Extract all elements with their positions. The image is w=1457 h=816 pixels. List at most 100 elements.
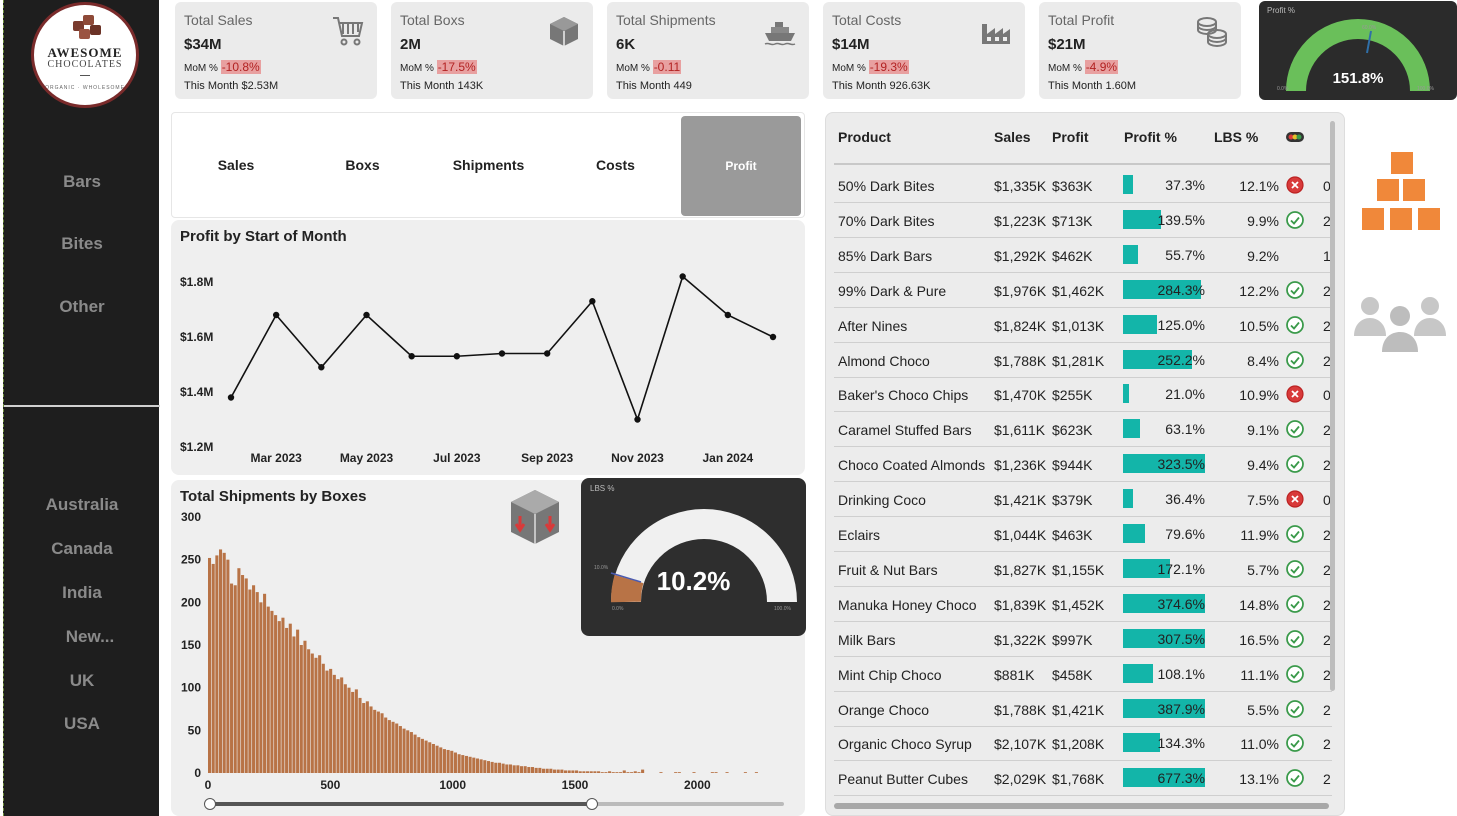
histogram-bar[interactable] (274, 615, 278, 773)
country-new-zealand[interactable]: New... (12, 627, 168, 647)
histogram-bar[interactable] (725, 772, 729, 773)
histogram-bar[interactable] (288, 623, 292, 773)
table-row[interactable]: Drinking Coco $1,421K $379K 36.4% 7.5% 0 (834, 482, 1332, 518)
histogram-bar[interactable] (244, 578, 248, 773)
histogram-bar[interactable] (420, 738, 424, 773)
histogram-bar[interactable] (534, 767, 538, 773)
profit-data-point[interactable] (318, 364, 325, 371)
range-slider-start-handle[interactable] (204, 798, 216, 810)
histogram-bar[interactable] (387, 720, 391, 773)
histogram-bar[interactable] (710, 772, 714, 773)
profit-data-point[interactable] (498, 350, 506, 357)
histogram-bar[interactable] (391, 721, 395, 773)
tab-profit[interactable]: Profit (681, 116, 801, 216)
histogram-bar[interactable] (354, 689, 358, 773)
country-usa[interactable]: USA (4, 714, 160, 734)
histogram-bar[interactable] (497, 762, 502, 773)
histogram-bar[interactable] (475, 758, 479, 773)
histogram-bar[interactable] (530, 767, 535, 773)
category-other[interactable]: Other (4, 297, 160, 317)
table-row[interactable]: 99% Dark & Pure $1,976K $1,462K 284.3% 12.2%… (834, 273, 1332, 308)
table-row[interactable]: Caramel Stuffed Bars $1,611K $623K 63.1% 9.1… (834, 412, 1332, 448)
table-row[interactable]: Mint Chip Choco $881K $458K 108.1% 11.1% 2 (834, 657, 1332, 692)
histogram-bar[interactable] (439, 747, 443, 773)
tab-shipments[interactable]: Shipments (425, 113, 552, 217)
histogram-bar[interactable] (340, 677, 344, 773)
histogram-bar[interactable] (431, 743, 435, 773)
category-bites[interactable]: Bites (4, 234, 160, 254)
profit-data-point[interactable] (543, 350, 551, 357)
profit-data-point[interactable] (363, 311, 370, 319)
histogram-bar[interactable] (560, 769, 564, 773)
histogram-bar[interactable] (633, 771, 637, 773)
histogram-bar[interactable] (564, 770, 568, 773)
histogram-bar[interactable] (461, 755, 465, 773)
table-row[interactable]: Fruit & Nut Bars $1,827K $1,155K 172.1% 5.7%… (834, 552, 1332, 587)
histogram-bar[interactable] (637, 772, 641, 773)
histogram-bar[interactable] (296, 629, 300, 773)
histogram-bar[interactable] (409, 732, 413, 773)
histogram-bar[interactable] (226, 559, 230, 773)
table-row[interactable]: Eclairs $1,044K $463K 79.6% 11.9% 2 (834, 517, 1332, 552)
histogram-bar[interactable] (490, 761, 494, 773)
histogram-bar[interactable] (255, 592, 259, 773)
tab-sales[interactable]: Sales (172, 113, 300, 217)
histogram-bar[interactable] (589, 771, 593, 773)
histogram-bar[interactable] (310, 653, 314, 773)
histogram-bar[interactable] (464, 755, 468, 773)
histogram-bar[interactable] (512, 765, 516, 773)
table-row[interactable]: Peanut Butter Cubes $2,029K $1,768K 677.3% 1… (834, 761, 1332, 797)
histogram-bar[interactable] (248, 589, 252, 773)
histogram-bar[interactable] (641, 769, 645, 773)
histogram-bar[interactable] (402, 728, 406, 773)
histogram-bar[interactable] (674, 772, 678, 773)
country-australia[interactable]: Australia (4, 495, 160, 515)
histogram-bar[interactable] (208, 557, 212, 773)
histogram-bar[interactable] (556, 769, 560, 773)
table-row[interactable]: Baker's Choco Chips $1,470K $255K 21.0% 10.9… (834, 377, 1332, 413)
histogram-bar[interactable] (263, 593, 267, 773)
histogram-bar[interactable] (230, 583, 234, 773)
category-bars[interactable]: Bars (4, 172, 160, 192)
histogram-bar[interactable] (384, 717, 388, 773)
histogram-bar[interactable] (578, 771, 582, 773)
country-india[interactable]: India (4, 583, 160, 603)
histogram-bar[interactable] (369, 706, 373, 773)
histogram-bar[interactable] (380, 713, 384, 773)
country-canada[interactable]: Canada (4, 539, 160, 559)
profit-data-point[interactable] (408, 353, 415, 360)
histogram-bar[interactable] (586, 771, 590, 773)
histogram-bar[interactable] (219, 549, 223, 773)
histogram-bar[interactable] (266, 606, 270, 773)
profit-data-point[interactable] (679, 273, 686, 280)
histogram-bar[interactable] (486, 761, 491, 773)
histogram-bar[interactable] (241, 575, 245, 773)
histogram-bar[interactable] (567, 770, 571, 773)
histogram-bar[interactable] (553, 769, 557, 773)
histogram-bar[interactable] (332, 674, 336, 773)
histogram-bar[interactable] (406, 730, 410, 773)
histogram-bar[interactable] (630, 772, 634, 773)
histogram-bar[interactable] (549, 768, 553, 773)
histogram-bar[interactable] (508, 764, 513, 773)
tab-boxs[interactable]: Boxs (299, 113, 426, 217)
histogram-bar[interactable] (545, 768, 549, 773)
histogram-bar[interactable] (233, 585, 237, 773)
histogram-bar[interactable] (252, 585, 256, 773)
col-lbs-pct[interactable]: LBS % (1214, 129, 1258, 145)
histogram-bar[interactable] (303, 640, 307, 773)
table-row[interactable]: Milk Bars $1,322K $997K 307.5% 16.5% 2 (834, 622, 1332, 657)
table-vertical-scrollbar[interactable] (1330, 121, 1335, 691)
country-uk[interactable]: UK (4, 671, 160, 691)
profit-data-point[interactable] (227, 394, 235, 401)
histogram-bar[interactable] (307, 649, 311, 773)
histogram-bar[interactable] (754, 772, 758, 773)
histogram-bar[interactable] (571, 770, 575, 773)
histogram-bar[interactable] (292, 636, 296, 773)
histogram-bar[interactable] (277, 621, 281, 773)
table-row[interactable]: Orange Choco $1,788K $1,421K 387.9% 5.5% 2 (834, 692, 1332, 727)
histogram-bar[interactable] (622, 770, 626, 773)
histogram-bar[interactable] (211, 563, 215, 773)
profit-data-point[interactable] (634, 416, 641, 423)
col-profit[interactable]: Profit (1052, 129, 1089, 145)
